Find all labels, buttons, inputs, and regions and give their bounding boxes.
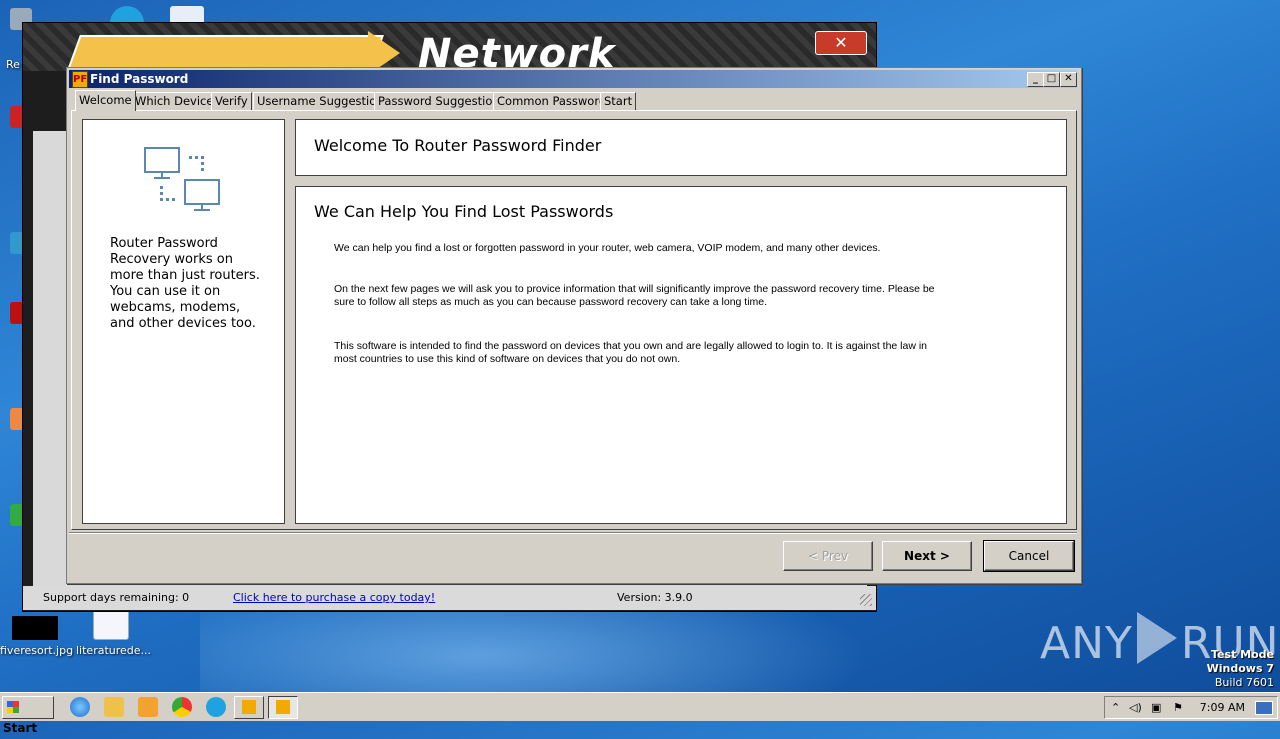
desktop-icon-label: literaturede...: [76, 644, 152, 657]
close-icon[interactable]: ✕: [815, 31, 867, 55]
tab-verify[interactable]: Verify: [211, 92, 252, 110]
prev-button[interactable]: < Prev: [783, 541, 873, 571]
folder-icon[interactable]: [104, 697, 124, 717]
version-text: Version: 3.9.0: [617, 591, 693, 604]
volume-icon[interactable]: ◁): [1129, 701, 1142, 714]
banner: Network ✕: [23, 23, 876, 77]
watermark-brand: ANY: [1040, 618, 1133, 669]
edge-icon[interactable]: [206, 697, 226, 717]
network-devices-icon: [144, 147, 220, 211]
desktop-icon-label: fiveresort.jpg: [0, 644, 74, 657]
taskbar-find-password[interactable]: [268, 696, 298, 719]
app-logo-icon: [242, 700, 256, 714]
purchase-link[interactable]: Click here to purchase a copy today!: [233, 591, 435, 604]
internet-explorer-icon[interactable]: [70, 697, 90, 717]
taskbar: Start ⌃ ◁) ▣ ⚑ 7:09 AM: [0, 692, 1280, 735]
image-file-icon: [12, 616, 58, 640]
taskbar-port-forward[interactable]: [234, 696, 264, 719]
desktop-icon-fiveresort[interactable]: fiveresort.jpg: [0, 616, 74, 657]
play-icon: [1136, 612, 1177, 664]
paragraph-legal: This software is intended to find the pa…: [334, 340, 928, 365]
network-icon[interactable]: ▣: [1151, 701, 1161, 714]
content-panel: We Can Help You Find Lost Passwords We c…: [295, 186, 1067, 524]
windows-test-mode-watermark: Test Mode Windows 7 Build 7601: [1207, 648, 1274, 690]
media-player-icon[interactable]: [138, 697, 158, 717]
tab-start[interactable]: Start: [600, 92, 637, 110]
page-title: Welcome To Router Password Finder: [314, 136, 602, 155]
status-bar: Support days remaining: 0 Click here to …: [23, 586, 876, 610]
tab-username-suggestions[interactable]: Username Suggestions: [253, 92, 394, 110]
info-sidebar: Router Password Recovery works on more t…: [82, 119, 285, 524]
paragraph-intro: We can help you find a lost or forgotten…: [334, 242, 881, 254]
tab-which-device[interactable]: Which Device: [131, 92, 218, 110]
sidebar-description: Router Password Recovery works on more t…: [110, 236, 260, 331]
show-desktop-icon[interactable]: [1255, 701, 1273, 715]
os-name-text: Windows 7: [1206, 662, 1274, 675]
tab-common-passwords[interactable]: Common Passwords: [493, 92, 617, 110]
maximize-icon[interactable]: □: [1043, 72, 1060, 87]
start-label: Start: [3, 721, 38, 735]
flag-icon[interactable]: ⚑: [1173, 701, 1183, 714]
close-icon[interactable]: ✕: [1060, 72, 1077, 87]
build-text: Build 7601: [1214, 676, 1274, 689]
paragraph-instructions: On the next few pages we will ask you to…: [334, 283, 935, 308]
support-days-text: Support days remaining: 0: [43, 591, 190, 604]
find-password-dialog: PF Find Password _ □ ✕ Welcome Which Dev…: [66, 67, 1082, 584]
test-mode-text: Test Mode: [1211, 648, 1274, 661]
next-button[interactable]: Next >: [882, 541, 972, 571]
section-title: We Can Help You Find Lost Passwords: [314, 202, 614, 221]
minimize-icon[interactable]: _: [1027, 72, 1044, 87]
chevron-up-icon[interactable]: ⌃: [1111, 701, 1120, 714]
start-button[interactable]: Start: [2, 696, 54, 735]
desktop-label-recycle: Re: [6, 58, 20, 71]
clock[interactable]: 7:09 AM: [1200, 701, 1245, 714]
app-logo-icon: PF: [72, 71, 88, 88]
chrome-icon[interactable]: [172, 697, 192, 717]
cancel-button[interactable]: Cancel: [983, 540, 1075, 572]
app-logo-icon: [276, 700, 290, 714]
button-separator: [69, 532, 1077, 534]
window-title: Find Password: [90, 72, 189, 86]
tab-welcome[interactable]: Welcome: [75, 90, 136, 111]
header-panel: Welcome To Router Password Finder: [295, 119, 1067, 176]
title-bar[interactable]: PF Find Password _ □ ✕: [69, 70, 1077, 88]
windows-logo-icon: [7, 701, 19, 713]
tab-password-suggestions[interactable]: Password Suggestions: [374, 92, 510, 110]
system-tray: ⌃ ◁) ▣ ⚑ 7:09 AM: [1104, 696, 1278, 719]
resize-grip-icon[interactable]: [860, 594, 872, 606]
